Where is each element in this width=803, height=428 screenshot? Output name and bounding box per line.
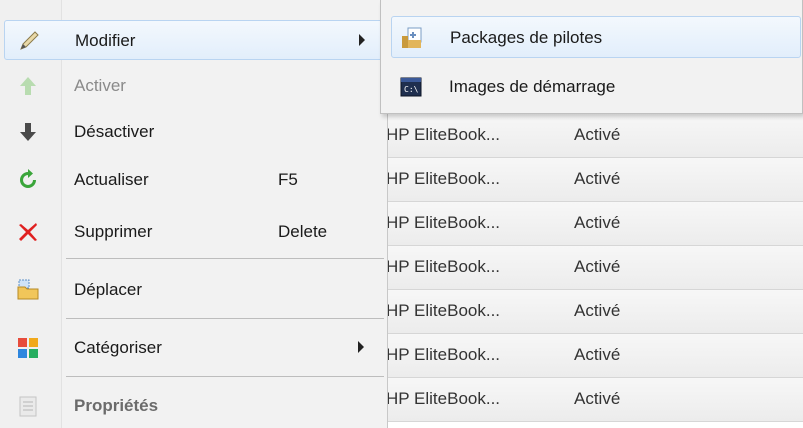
row-status: Activé <box>574 389 621 408</box>
submenu-item-label: Images de démarrage <box>449 77 616 96</box>
row-status: Activé <box>574 345 621 364</box>
list-row[interactable]: HP EliteBook... Activé <box>380 246 803 290</box>
menu-item-shortcut: F5 <box>278 170 298 189</box>
row-name: HP EliteBook... <box>386 125 501 144</box>
categorize-icon <box>16 336 40 360</box>
submenu-item-label: Packages de pilotes <box>450 28 603 47</box>
menu-item-proprietes[interactable]: Propriétés <box>4 386 384 426</box>
menu-item-activer[interactable]: Activer <box>4 66 384 106</box>
menu-item-supprimer[interactable]: Supprimer Delete <box>4 212 384 252</box>
list-row[interactable]: HP EliteBook... Activé <box>380 158 803 202</box>
menu-separator <box>66 376 384 377</box>
row-status: Activé <box>574 213 621 232</box>
menu-item-deplacer[interactable]: Déplacer <box>4 270 384 310</box>
svg-text:C:\: C:\ <box>404 85 419 94</box>
menu-item-categoriser[interactable]: Catégoriser <box>4 328 384 368</box>
list-row[interactable]: HP EliteBook... Activé <box>380 334 803 378</box>
row-name: HP EliteBook... <box>386 213 501 232</box>
menu-item-actualiser[interactable]: Actualiser F5 <box>4 160 384 200</box>
menu-item-desactiver[interactable]: Désactiver <box>4 112 384 152</box>
properties-icon <box>16 394 40 418</box>
menu-item-label: Catégoriser <box>74 338 162 357</box>
list-row[interactable]: HP EliteBook... Activé <box>380 202 803 246</box>
arrow-up-icon <box>16 74 40 98</box>
pencil-icon <box>17 29 41 53</box>
submenu-item-images-de-demarrage[interactable]: C:\ Images de démarrage <box>391 66 801 108</box>
menu-item-label: Désactiver <box>74 122 155 141</box>
row-status: Activé <box>574 257 621 276</box>
submenu-arrow-icon <box>359 34 365 46</box>
list-row[interactable]: HP EliteBook... Activé <box>380 114 803 158</box>
row-name: HP EliteBook... <box>386 345 501 364</box>
row-name: HP EliteBook... <box>386 301 501 320</box>
menu-separator <box>66 258 384 259</box>
menu-item-label: Déplacer <box>74 280 143 299</box>
row-name: HP EliteBook... <box>386 257 501 276</box>
menu-separator <box>66 318 384 319</box>
row-name: HP EliteBook... <box>386 169 501 188</box>
arrow-down-icon <box>16 120 40 144</box>
row-status: Activé <box>574 301 621 320</box>
row-name: HP EliteBook... <box>386 389 501 408</box>
menu-item-label: Activer <box>74 76 126 95</box>
context-menu: Modifier Activer Désactiver Actualiser F… <box>0 0 388 428</box>
submenu-arrow-icon <box>358 341 364 353</box>
row-status: Activé <box>574 125 621 144</box>
boot-image-icon: C:\ <box>399 75 423 99</box>
folder-move-icon <box>16 278 40 302</box>
list-row[interactable]: HP EliteBook... Activé <box>380 378 803 422</box>
driver-package-icon <box>400 26 424 50</box>
menu-item-label: Supprimer <box>74 222 153 241</box>
menu-item-modifier[interactable]: Modifier <box>4 20 384 60</box>
row-status: Activé <box>574 169 621 188</box>
menu-item-label: Actualiser <box>74 170 149 189</box>
list-row[interactable]: HP EliteBook... Activé <box>380 290 803 334</box>
modifier-submenu: Packages de pilotes C:\ Images de démarr… <box>380 0 803 114</box>
menu-item-shortcut: Delete <box>278 222 328 241</box>
delete-x-icon <box>16 220 40 244</box>
submenu-item-packages-de-pilotes[interactable]: Packages de pilotes <box>391 16 801 58</box>
refresh-icon <box>16 168 40 192</box>
menu-item-label: Propriétés <box>74 396 159 415</box>
menu-item-label: Modifier <box>75 31 136 50</box>
